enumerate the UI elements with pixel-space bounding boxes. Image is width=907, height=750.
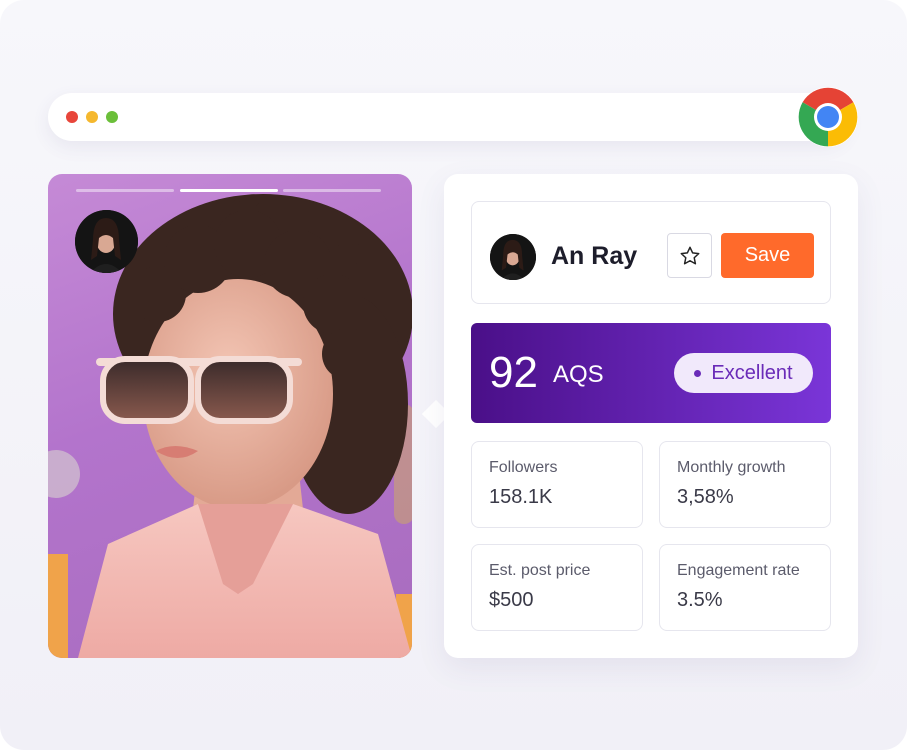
favorite-button[interactable]: [667, 233, 712, 278]
aqs-score-value: 92: [489, 348, 538, 397]
window-close-button[interactable]: [66, 111, 78, 123]
chrome-icon: [798, 87, 858, 147]
aqs-score-card: 92 AQS Excellent: [471, 323, 831, 423]
star-outline-icon: [680, 246, 699, 265]
stat-card-monthly-growth: Monthly growth 3,58%: [659, 441, 831, 528]
stat-card-post-price: Est. post price $500: [471, 544, 643, 631]
avatar[interactable]: [490, 234, 536, 280]
profile-name: An Ray: [551, 242, 638, 270]
stat-value: 3,58%: [677, 486, 734, 508]
rating-badge: Excellent: [674, 353, 813, 393]
aqs-score-label: AQS: [553, 361, 604, 388]
story-progress-1: [76, 189, 174, 192]
story-avatar[interactable]: [75, 210, 138, 273]
influencer-panel: An Ray Save 92 AQS Excellent Followers 1…: [444, 174, 858, 658]
browser-address-bar: [48, 93, 848, 141]
stat-card-engagement-rate: Engagement rate 3.5%: [659, 544, 831, 631]
story-preview-card[interactable]: [48, 174, 412, 658]
profile-header: An Ray Save: [471, 201, 831, 304]
story-progress-3: [283, 189, 381, 192]
window-maximize-button[interactable]: [106, 111, 118, 123]
stat-label: Monthly growth: [677, 459, 786, 476]
save-button[interactable]: Save: [721, 233, 814, 278]
stat-label: Followers: [489, 459, 558, 476]
rating-dot-icon: [694, 369, 702, 377]
window-minimize-button[interactable]: [86, 111, 98, 123]
story-progress-2: [180, 189, 278, 192]
stat-card-followers: Followers 158.1K: [471, 441, 643, 528]
stat-value: $500: [489, 589, 534, 611]
stat-label: Engagement rate: [677, 562, 800, 579]
app-frame: An Ray Save 92 AQS Excellent Followers 1…: [0, 0, 907, 750]
rating-label: Excellent: [711, 361, 793, 384]
stat-value: 158.1K: [489, 486, 553, 508]
stat-value: 3.5%: [677, 589, 723, 611]
stat-label: Est. post price: [489, 562, 591, 579]
